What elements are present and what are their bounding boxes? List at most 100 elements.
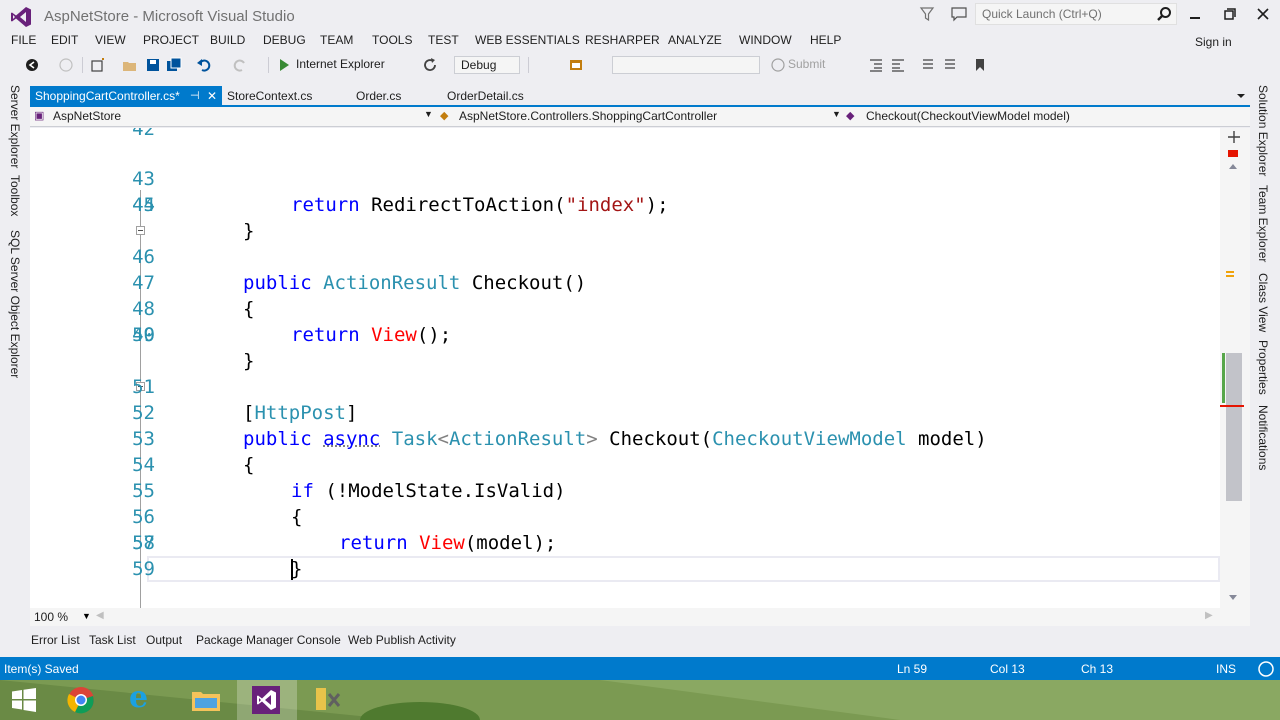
- status-message: Item(s) Saved: [4, 662, 79, 676]
- toolbar-empty-select[interactable]: [612, 56, 760, 74]
- project-select[interactable]: ▣ AspNetStore ▼: [34, 109, 434, 125]
- menu-team[interactable]: TEAM: [320, 33, 353, 47]
- browser-link-icon[interactable]: [568, 57, 584, 73]
- tab-output[interactable]: Output: [146, 633, 182, 647]
- menu-file[interactable]: FILE: [11, 33, 36, 47]
- member-label: Checkout(CheckoutViewModel model): [866, 109, 1070, 123]
- menu-resharper[interactable]: RESHARPER: [585, 33, 660, 47]
- menu-project[interactable]: PROJECT: [143, 33, 199, 47]
- start-debugging-icon[interactable]: [276, 57, 292, 73]
- sign-in-link[interactable]: Sign in: [1195, 35, 1232, 49]
- split-icon[interactable]: [1227, 130, 1241, 144]
- chrome-taskbar-button[interactable]: [52, 680, 112, 720]
- chevron-down-icon[interactable]: ▼: [82, 611, 91, 621]
- status-bar: Item(s) Saved Ln 59 Col 13 Ch 13 INS: [0, 657, 1280, 680]
- menu-window[interactable]: WINDOW: [739, 33, 792, 47]
- tab-order-detail[interactable]: OrderDetail.cs: [442, 86, 542, 106]
- search-icon[interactable]: [1156, 6, 1172, 22]
- class-select[interactable]: ◆ AspNetStore.Controllers.ShoppingCartCo…: [440, 109, 841, 125]
- code-line: 44 }: [132, 194, 255, 242]
- tab-close-icon[interactable]: ✕: [207, 86, 217, 106]
- comment-icon[interactable]: [920, 57, 936, 73]
- sql-server-object-explorer-tab[interactable]: SQL Server Object Explorer: [8, 230, 22, 378]
- menu-help[interactable]: HELP: [810, 33, 841, 47]
- navigation-bar: ▣ AspNetStore ▼ ◆ AspNetStore.Controller…: [30, 107, 1250, 127]
- team-explorer-tab[interactable]: Team Explorer: [1256, 185, 1270, 262]
- refresh-icon[interactable]: [422, 57, 438, 73]
- chevron-down-icon: ▼: [832, 109, 841, 119]
- scrollbar-thumb[interactable]: [1226, 353, 1242, 501]
- minimize-icon[interactable]: [1186, 5, 1204, 23]
- text-caret: [291, 559, 293, 580]
- properties-tab[interactable]: Properties: [1256, 340, 1270, 395]
- tab-web-publish-activity[interactable]: Web Publish Activity: [348, 633, 456, 647]
- notification-icon[interactable]: [1257, 660, 1275, 678]
- menu-test[interactable]: TEST: [428, 33, 459, 47]
- tab-task-list[interactable]: Task List: [89, 633, 136, 647]
- zoom-level[interactable]: 100 %: [34, 610, 68, 624]
- quick-launch-placeholder: Quick Launch (Ctrl+Q): [982, 7, 1102, 21]
- file-explorer-taskbar-button[interactable]: [176, 680, 236, 720]
- new-project-icon[interactable]: [90, 57, 106, 73]
- save-all-icon[interactable]: [166, 57, 182, 73]
- scroll-right-icon[interactable]: ▶: [1205, 610, 1213, 621]
- open-file-icon[interactable]: [122, 57, 138, 73]
- menu-view[interactable]: VIEW: [95, 33, 126, 47]
- tab-order[interactable]: Order.cs: [351, 86, 431, 106]
- class-label: AspNetStore.Controllers.ShoppingCartCont…: [459, 109, 718, 123]
- member-select[interactable]: ◆ Checkout(CheckoutViewModel model): [846, 109, 1246, 125]
- scroll-down-icon[interactable]: [1228, 594, 1238, 602]
- run-target-label[interactable]: Internet Explorer: [296, 57, 385, 71]
- close-icon[interactable]: [1254, 5, 1272, 23]
- solution-explorer-tab[interactable]: Solution Explorer: [1256, 85, 1270, 176]
- pin-icon[interactable]: ⊣: [190, 86, 200, 106]
- class-view-tab[interactable]: Class View: [1256, 273, 1270, 332]
- chrome-icon: [67, 687, 94, 714]
- status-char: Ch 13: [1081, 662, 1114, 676]
- code-editor[interactable]: 42 43 return RedirectToAction("index"); …: [30, 128, 1220, 608]
- menu-edit[interactable]: EDIT: [51, 33, 78, 47]
- server-explorer-tab[interactable]: Server Explorer: [8, 85, 22, 168]
- tools-taskbar-button[interactable]: [298, 680, 358, 720]
- menu-analyze[interactable]: ANALYZE: [668, 33, 722, 47]
- code-line: 43 return RedirectToAction("index");: [132, 168, 669, 216]
- indent-icon[interactable]: [868, 57, 884, 73]
- outdent-icon[interactable]: [890, 57, 906, 73]
- menu-tools[interactable]: TOOLS: [372, 33, 412, 47]
- filter-icon[interactable]: [918, 5, 936, 23]
- error-marker: [1228, 150, 1238, 157]
- windows-taskbar: e: [0, 680, 1280, 720]
- forward-icon[interactable]: [58, 57, 74, 73]
- menu-debug[interactable]: DEBUG: [263, 33, 306, 47]
- tab-error-list[interactable]: Error List: [31, 633, 80, 647]
- back-icon[interactable]: [24, 57, 40, 73]
- notifications-tab[interactable]: Notifications: [1256, 405, 1270, 470]
- vertical-scrollbar[interactable]: [1220, 128, 1250, 608]
- save-icon[interactable]: [145, 57, 161, 73]
- tab-shopping-cart-controller[interactable]: ShoppingCartController.cs* ⊣ ✕: [30, 86, 222, 106]
- uncomment-icon[interactable]: [942, 57, 958, 73]
- code-line: 46 public ActionResult Checkout(): [132, 246, 587, 294]
- scroll-up-icon[interactable]: [1228, 162, 1238, 170]
- undo-icon[interactable]: [196, 57, 212, 73]
- menu-web-essentials[interactable]: WEB ESSENTIALS: [475, 33, 580, 47]
- submit-button[interactable]: Submit: [788, 57, 825, 71]
- visual-studio-logo-icon: [11, 7, 31, 27]
- tab-store-context[interactable]: StoreContext.cs: [222, 86, 342, 106]
- feedback-icon[interactable]: [950, 5, 968, 23]
- maximize-icon[interactable]: [1220, 5, 1238, 23]
- solution-configuration-select[interactable]: Debug: [454, 56, 520, 74]
- code-line: 50: [132, 324, 155, 346]
- scroll-left-icon[interactable]: ◀: [96, 610, 104, 621]
- redo-icon[interactable]: [232, 57, 248, 73]
- tab-overflow-icon[interactable]: [1236, 92, 1246, 100]
- tab-package-manager-console[interactable]: Package Manager Console: [196, 633, 341, 647]
- quick-launch-input[interactable]: Quick Launch (Ctrl+Q): [975, 3, 1177, 25]
- start-button[interactable]: [0, 680, 60, 720]
- internet-explorer-taskbar-button[interactable]: e: [115, 680, 175, 720]
- menu-build[interactable]: BUILD: [210, 33, 245, 47]
- toolbox-tab[interactable]: Toolbox: [8, 175, 22, 216]
- visual-studio-taskbar-button[interactable]: [237, 680, 297, 720]
- bookmark-icon[interactable]: [972, 57, 988, 73]
- code-line: 47 {: [132, 272, 255, 320]
